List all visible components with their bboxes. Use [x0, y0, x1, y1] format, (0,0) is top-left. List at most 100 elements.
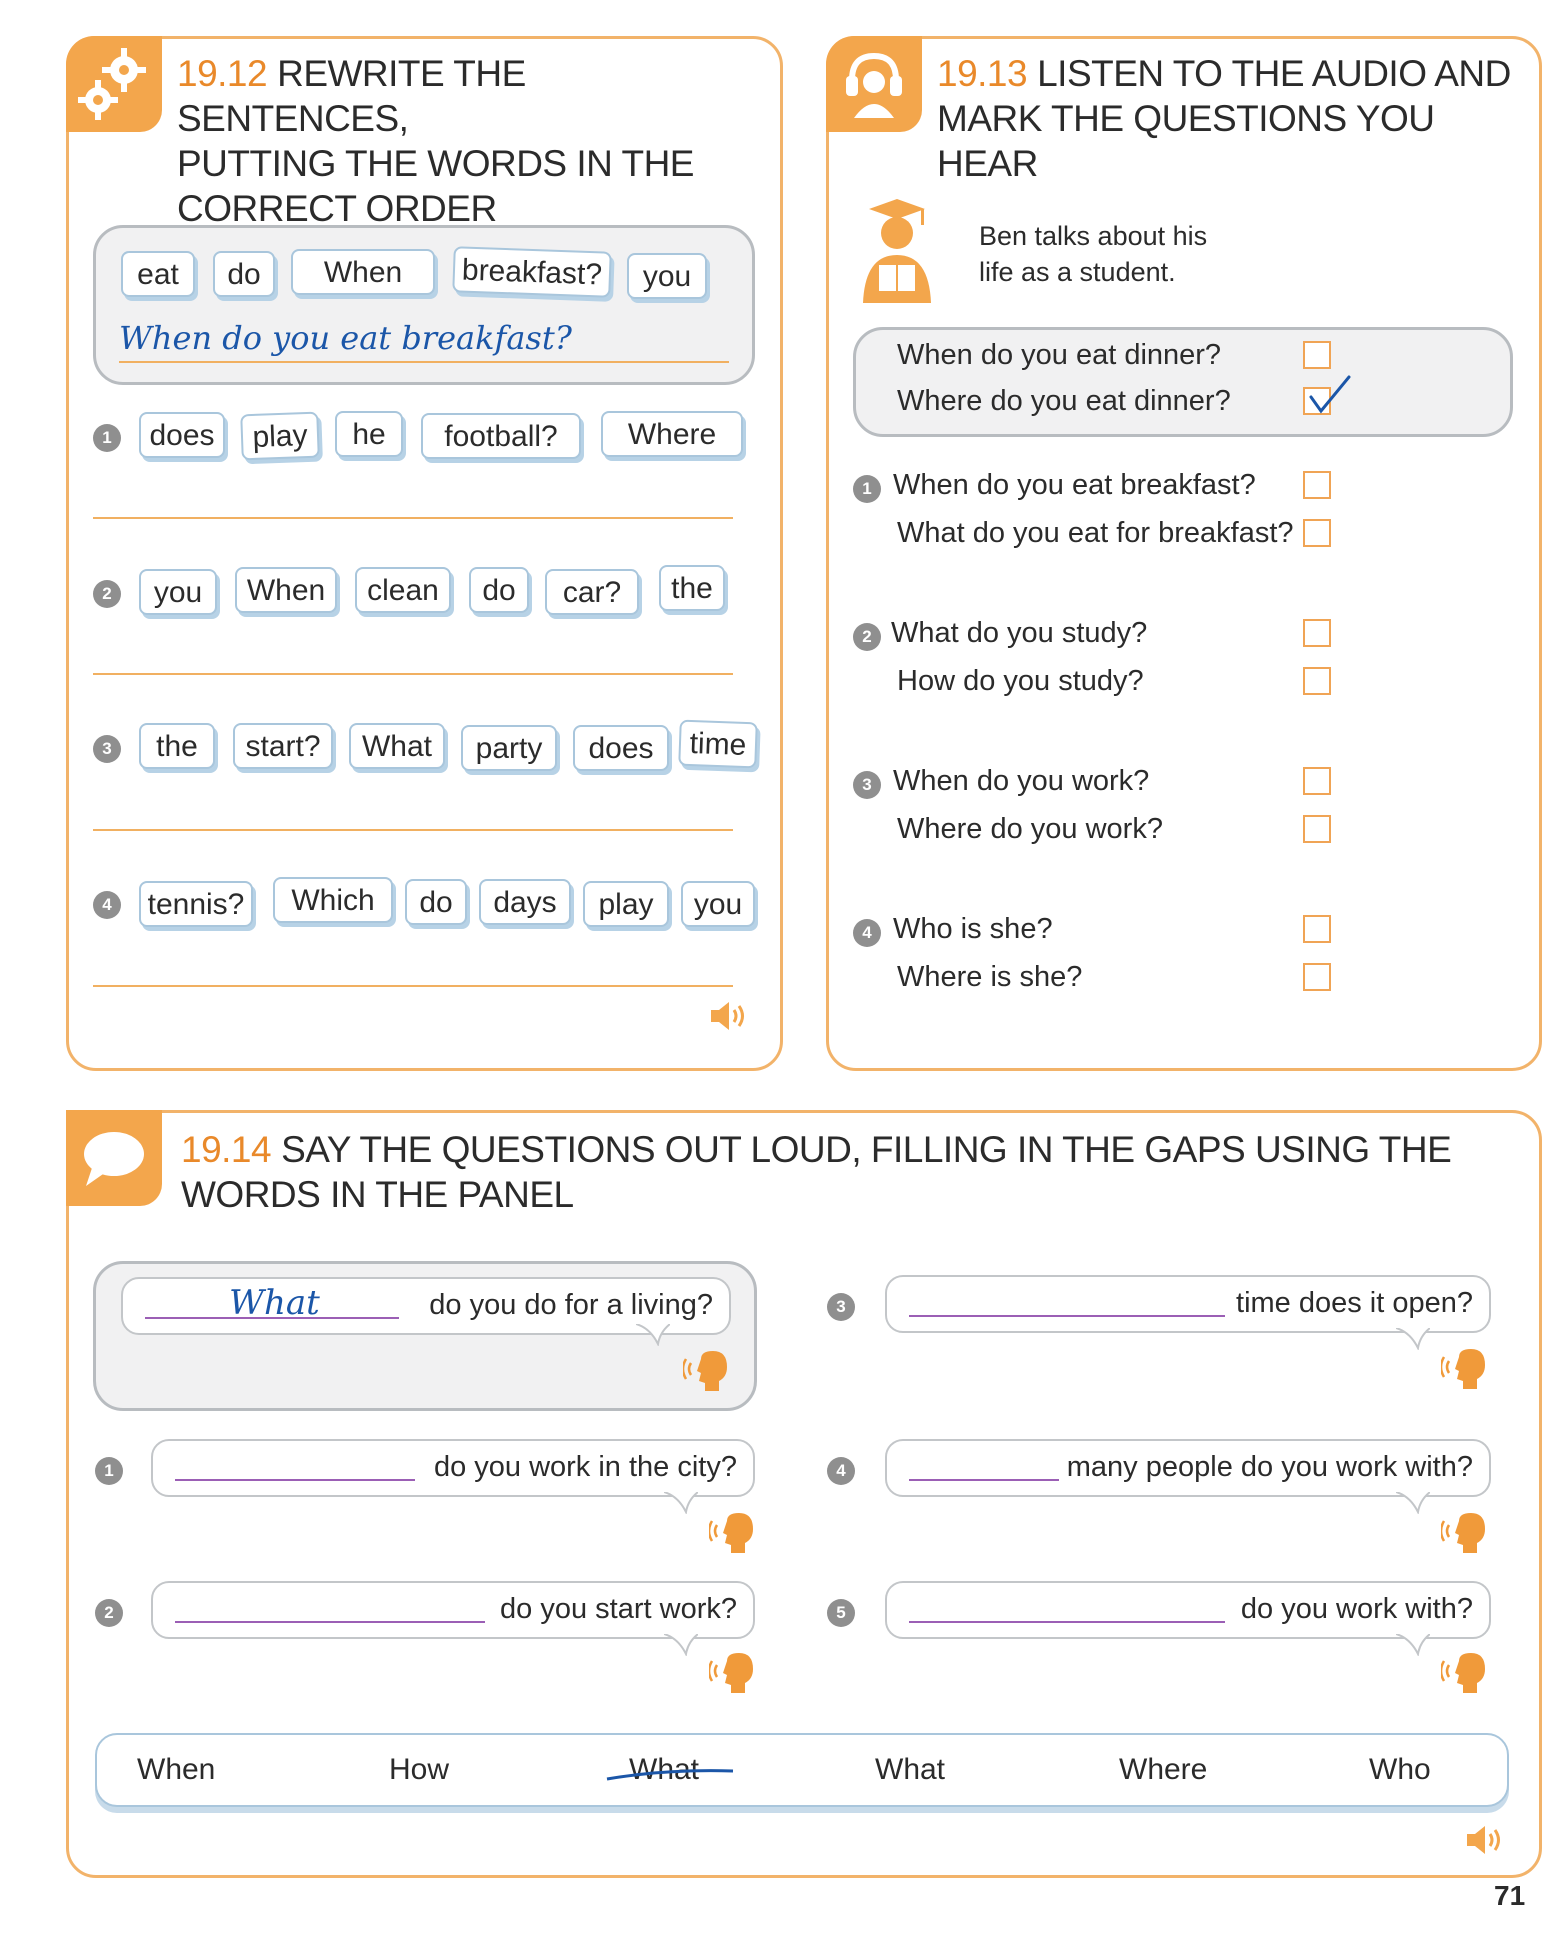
word-tile: play [240, 411, 320, 461]
gap-line[interactable] [909, 1621, 1225, 1623]
item-number: 3 [93, 735, 121, 763]
checkbox[interactable] [1303, 341, 1331, 369]
item-number: 4 [827, 1457, 855, 1485]
example-answer: When do you eat breakfast? [119, 319, 572, 357]
question-text: do you do for a living? [429, 1289, 713, 1321]
speech-bubble-icon [66, 1110, 162, 1206]
item-number: 2 [93, 580, 121, 608]
checkbox[interactable] [1303, 915, 1331, 943]
answer-line[interactable] [93, 673, 733, 675]
word-tile: the [659, 565, 725, 611]
speaking-head-icon[interactable] [1439, 1513, 1487, 1558]
speech-bubble: do you start work? [151, 1581, 755, 1639]
exercise-number: 19.14 [181, 1129, 272, 1170]
question-option: Who is she? [893, 913, 1053, 945]
checkbox[interactable] [1303, 963, 1331, 991]
checkmark-icon [1307, 373, 1353, 422]
question-text: do you work in the city? [433, 1451, 737, 1483]
speaking-head-icon[interactable] [1439, 1653, 1487, 1698]
bubble-tail [1395, 1633, 1431, 1661]
checkbox[interactable] [1303, 471, 1331, 499]
question-option: What do you study? [891, 617, 1148, 649]
question-option: What do you eat for breakfast? [897, 517, 1294, 549]
question-text: do you start work? [500, 1593, 737, 1625]
word-tile: does [139, 412, 225, 458]
exercise-number: 19.12 [177, 53, 268, 94]
word-tile: car? [545, 569, 639, 615]
checkbox[interactable] [1303, 815, 1331, 843]
question-option: When do you eat breakfast? [893, 469, 1256, 501]
item-number: 1 [95, 1457, 123, 1485]
answer-line[interactable] [93, 985, 733, 987]
panel-word: Who [1369, 1753, 1431, 1786]
item-number: 1 [93, 424, 121, 452]
word-tile: time [678, 719, 758, 769]
word-tile: Where [601, 411, 743, 457]
item-number: 3 [827, 1293, 855, 1321]
bubble-tail [1395, 1491, 1431, 1519]
question-option: How do you study? [897, 665, 1144, 697]
speaking-head-icon[interactable] [681, 1351, 729, 1396]
word-tile: he [335, 411, 403, 457]
word-tile: eat [121, 251, 195, 297]
speech-bubble: many people do you work with? [885, 1439, 1491, 1497]
gears-icon [66, 36, 162, 132]
word-panel: When How What What Where Who [95, 1733, 1509, 1807]
exercise-19-13-panel: 19.13 LISTEN TO THE AUDIO AND MARK THE QU… [826, 36, 1542, 1071]
intro-text: Ben talks about his [979, 221, 1208, 251]
exercise-19-13-title: 19.13 LISTEN TO THE AUDIO AND MARK THE QU… [937, 53, 1511, 184]
question-option: Where is she? [897, 961, 1083, 993]
headphones-icon [826, 36, 922, 132]
speaking-head-icon[interactable] [707, 1513, 755, 1558]
panel-word: When [137, 1753, 216, 1786]
student-icon [859, 193, 935, 310]
exercise-number: 19.13 [937, 53, 1028, 94]
speech-bubble: do you work with? [885, 1581, 1491, 1639]
panel-word: What [875, 1753, 946, 1786]
intro-text: life as a student. [979, 257, 1176, 287]
word-tile: do [213, 251, 275, 297]
checkbox[interactable] [1303, 619, 1331, 647]
gap-line[interactable] [175, 1479, 415, 1481]
bubble-tail [663, 1491, 699, 1519]
word-tile: you [627, 253, 707, 299]
word-tile: start? [233, 723, 333, 769]
word-tile: the [139, 723, 215, 769]
example-answer: What [229, 1283, 320, 1323]
example-question: Where do you eat dinner? [897, 385, 1231, 417]
answer-line[interactable] [93, 517, 733, 519]
example-question: When do you eat dinner? [897, 339, 1222, 371]
word-tile: When [291, 249, 435, 295]
word-tile: do [405, 879, 467, 925]
word-tile: football? [421, 413, 581, 459]
question-text: time does it open? [1236, 1287, 1473, 1319]
answer-line[interactable] [93, 829, 733, 831]
word-tile: party [461, 725, 557, 771]
exercise-19-14-title: 19.14 SAY THE QUESTIONS OUT LOUD, FILLING… [181, 1129, 1452, 1215]
word-tile: days [479, 879, 571, 925]
word-tile: you [681, 881, 755, 927]
item-number: 3 [853, 771, 881, 799]
checkbox[interactable] [1303, 519, 1331, 547]
word-tile: does [573, 725, 669, 771]
audio-speaker-icon[interactable] [709, 999, 749, 1038]
gap-line[interactable] [175, 1621, 485, 1623]
question-option: When do you work? [893, 765, 1150, 797]
gap-line[interactable] [909, 1479, 1059, 1481]
exercise-19-12-panel: 19.12 REWRITE THE SENTENCES, PUTTING THE … [66, 36, 783, 1071]
word-tile: tennis? [139, 881, 253, 927]
word-tile: Which [273, 877, 393, 923]
gap-line[interactable] [909, 1315, 1225, 1317]
answer-line [119, 361, 729, 363]
word-tile: do [469, 567, 529, 613]
exercise-19-12-title: 19.12 REWRITE THE SENTENCES, PUTTING THE … [177, 53, 694, 229]
speaking-head-icon[interactable] [1439, 1349, 1487, 1394]
speaking-head-icon[interactable] [707, 1653, 755, 1698]
speech-bubble: time does it open? [885, 1275, 1491, 1333]
checkbox[interactable] [1303, 667, 1331, 695]
audio-speaker-icon[interactable] [1465, 1823, 1505, 1862]
exercise-19-14-panel: 19.14 SAY THE QUESTIONS OUT LOUD, FILLING… [66, 1110, 1542, 1878]
item-number: 2 [853, 623, 881, 651]
checkbox[interactable] [1303, 767, 1331, 795]
strikethrough-mark [605, 1765, 735, 1790]
